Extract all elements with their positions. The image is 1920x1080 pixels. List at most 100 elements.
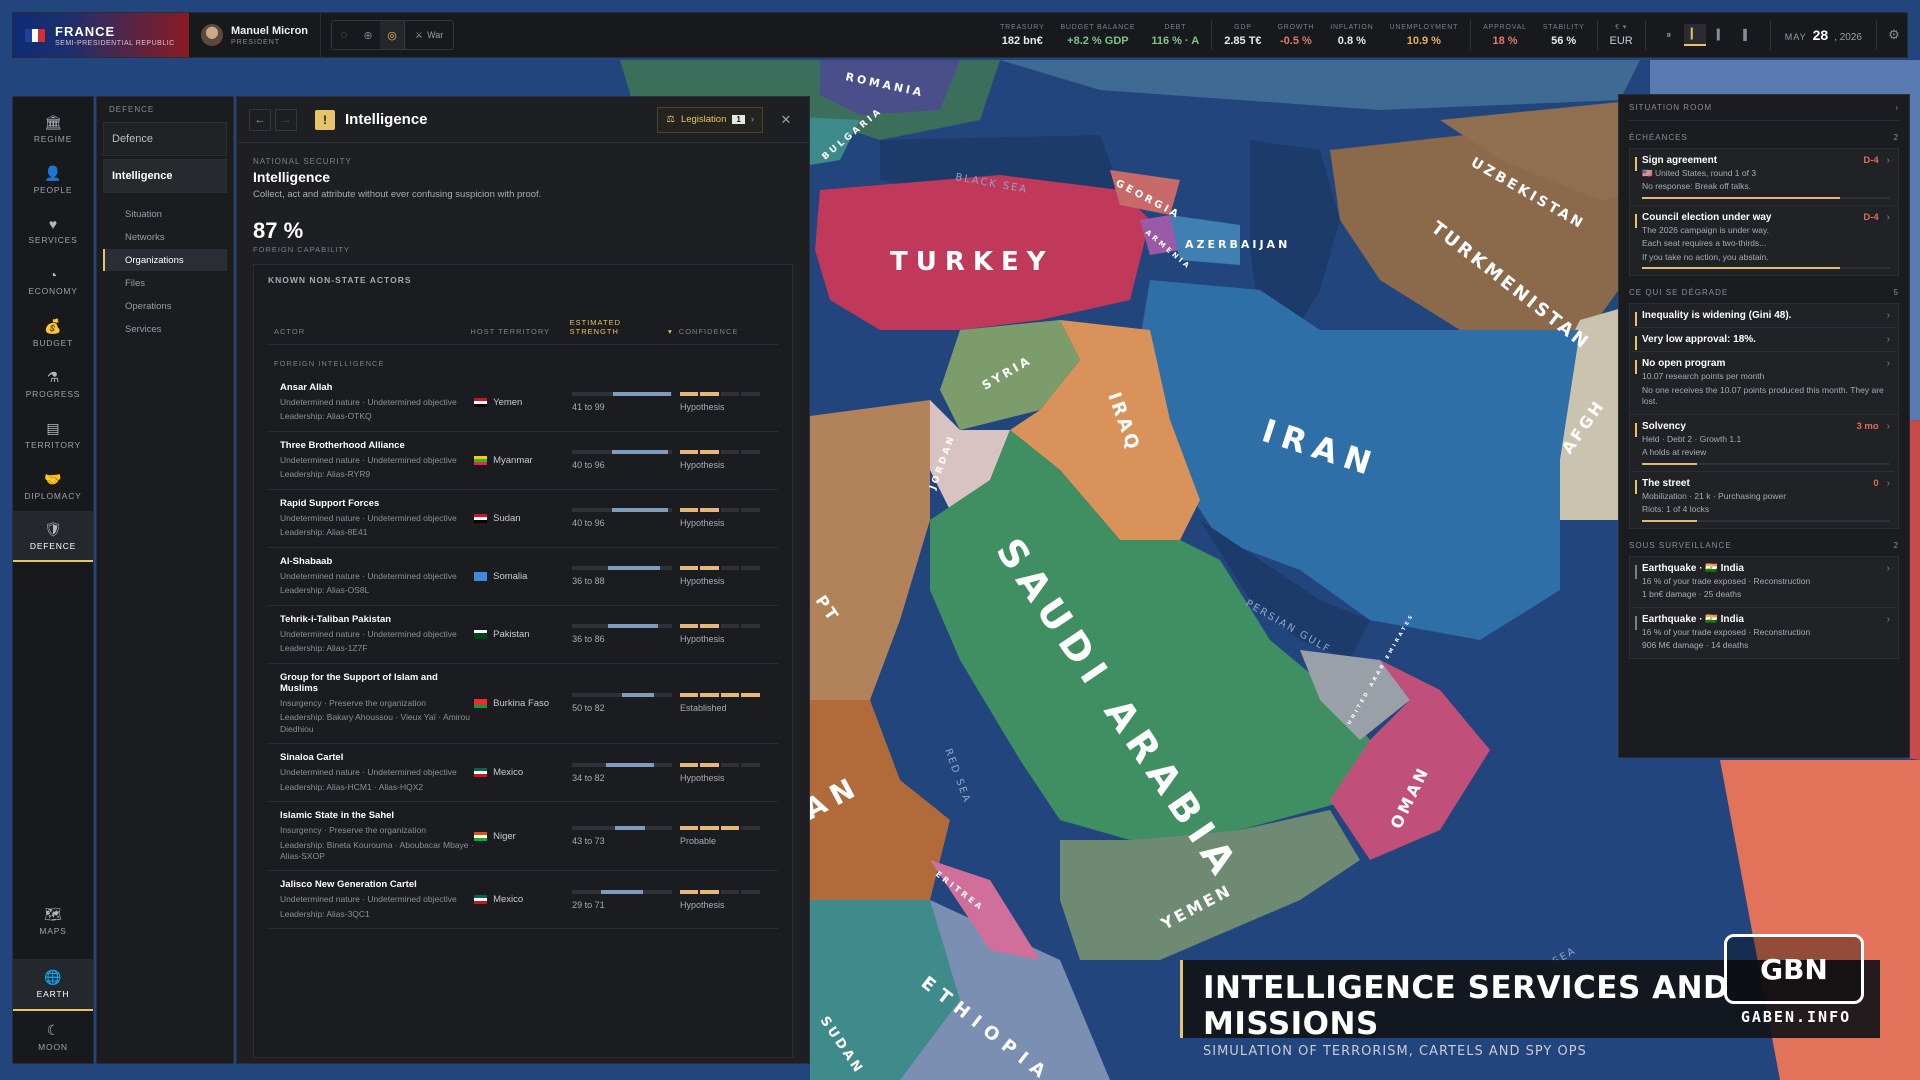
subnav-item-intelligence[interactable]: Intelligence (103, 159, 227, 193)
situation-card[interactable]: Council election under way D-4 › The 2026 c… (1629, 205, 1899, 277)
situation-card[interactable]: Very low approval: 18%. › (1629, 328, 1899, 353)
column-header-confidence[interactable]: CONFIDENCE (679, 327, 778, 336)
host-flag-icon (474, 768, 488, 778)
situation-card[interactable]: The street 0 › Mobilization · 21 k · Purcha… (1629, 471, 1899, 529)
actor-name: Tehrik-i-Taliban Pakistan (280, 613, 392, 625)
actor-cell: Al-Shabaab Undetermined nature · Undeterm… (274, 556, 474, 597)
confidence-segment (720, 762, 740, 767)
situation-card-title: Earthquake · 🇮🇳 India (1642, 562, 1744, 574)
war-button[interactable]: ⚔ War (404, 21, 453, 49)
stat-inflation[interactable]: INFLATION 0.8 % (1322, 24, 1381, 47)
table-row[interactable]: Sinaloa Cartel Undetermined nature · Unde… (268, 744, 778, 803)
stat-treasury[interactable]: TREASURY 182 bn€ (992, 24, 1052, 47)
subnav-item-defence[interactable]: Defence (103, 122, 227, 156)
nav-item-people[interactable]: 👤 PEOPLE (13, 154, 93, 205)
confidence-segment (679, 566, 699, 571)
confidence-segment (700, 693, 719, 698)
subnav-item-networks[interactable]: Networks (103, 226, 227, 248)
close-icon[interactable]: ✕ (775, 112, 797, 128)
stat-value: -0.5 % (1279, 34, 1312, 47)
back-arrow-icon[interactable]: ← (249, 108, 271, 131)
progress-icon: ⚗ (46, 368, 60, 385)
stat-unemployment[interactable]: UNEMPLOYMENT 10.9 % (1381, 24, 1466, 47)
peace-mode-icon[interactable]: ◌ (332, 21, 356, 49)
table-row[interactable]: Jalisco New Generation Cartel Undetermine… (268, 871, 778, 930)
nav-item-label: EARTH (36, 989, 70, 999)
nav-item-territory[interactable]: ▤ TERRITORY (13, 409, 93, 460)
section-nav-heading: DEFENCE (109, 105, 155, 114)
forward-arrow-icon[interactable]: → (275, 108, 297, 131)
stat-stability[interactable]: STABILITY 56 % (1535, 24, 1593, 47)
nav-item-moon[interactable]: ☾ MOON (13, 1011, 93, 1063)
situation-room-header[interactable]: SITUATION ROOM › (1629, 95, 1899, 121)
country-block[interactable]: FRANCE SEMI-PRESIDENTIAL REPUBLIC (13, 13, 189, 57)
globe-mode-icon[interactable]: ⊕ (356, 21, 380, 49)
actor-leadership: Leadership: Alias-HCM1 · Alias-HQX2 (280, 781, 424, 792)
stat-growth[interactable]: GROWTH -0.5 % (1270, 24, 1323, 47)
situation-card-title-row: Sign agreement D-4 › (1642, 155, 1890, 166)
stat-gdp[interactable]: GDP 2.85 T€ (1216, 24, 1269, 47)
confidence-segment (741, 392, 760, 397)
host-territory: Sudan (474, 513, 572, 524)
nav-item-budget[interactable]: 💰 BUDGET (13, 307, 93, 358)
speed-2-icon[interactable]: ▍ (1710, 24, 1732, 46)
situation-card-line: Each seat requires a two-thirds... (1642, 238, 1767, 249)
host-cell: Pakistan (474, 629, 572, 640)
confidence-label: Established (679, 703, 727, 714)
stat-approval[interactable]: APPROVAL 18 % (1475, 24, 1535, 47)
situation-card[interactable]: No open program › 10.07 research points pe… (1629, 352, 1899, 415)
speed-3-icon[interactable]: ▌ (1736, 24, 1758, 46)
table-row[interactable]: Ansar Allah Undetermined nature · Undeter… (268, 374, 778, 432)
nav-item-progress[interactable]: ⚗ PROGRESS (13, 358, 93, 409)
confidence-segment (700, 392, 719, 397)
subnav-item-situation[interactable]: Situation (103, 203, 227, 225)
table-row[interactable]: Three Brotherhood Alliance Undetermined n… (268, 432, 778, 490)
stat-debt[interactable]: DEBT 116 % · A (1143, 24, 1207, 47)
nav-item-economy[interactable]: ◔ ECONOMY (13, 256, 93, 307)
regime-type: SEMI-PRESIDENTIAL REPUBLIC (55, 39, 175, 47)
nav-item-defence[interactable]: 🛡 DEFENCE (13, 511, 93, 562)
currency-selector[interactable]: € ▾ EUR (1602, 23, 1641, 47)
leader-block[interactable]: Manuel Micron PRESIDENT (189, 13, 322, 57)
nav-item-label: PROGRESS (25, 388, 81, 399)
table-row[interactable]: Al-Shabaab Undetermined nature · Undeterm… (268, 548, 778, 606)
confidence-bar (679, 762, 760, 767)
subnav-item-operations[interactable]: Operations (103, 295, 227, 317)
strength-bar (572, 693, 673, 698)
subnav-item-services[interactable]: Services (103, 318, 227, 340)
table-row[interactable]: Islamic State in the Sahel Insurgency · P… (268, 802, 778, 872)
alert-mode-icon[interactable]: ◎ (380, 21, 405, 49)
situation-card[interactable]: Earthquake · 🇮🇳 India › 16 % of your trade… (1629, 555, 1899, 608)
gear-icon[interactable]: ⚙ (1881, 27, 1907, 43)
divider (1470, 20, 1472, 50)
situation-card[interactable]: Sign agreement D-4 › 🇺🇸 United States, roun… (1629, 148, 1899, 206)
flag-stripe (474, 837, 488, 841)
table-row[interactable]: Rapid Support Forces Undetermined nature … (268, 490, 778, 548)
nav-item-services[interactable]: ♥ SERVICES (13, 205, 93, 256)
speed-1-icon[interactable]: ▎ (1683, 24, 1706, 46)
host-name: Pakistan (493, 628, 530, 640)
subnav-item-organizations[interactable]: Organizations (103, 249, 227, 271)
strength-range: 43 to 73 (572, 836, 605, 847)
table-row[interactable]: Tehrik-i-Taliban Pakistan Undetermined na… (268, 606, 778, 664)
nav-item-regime[interactable]: 🏛 REGIME (13, 103, 93, 154)
stat-budget-balance[interactable]: BUDGET BALANCE +8.2 % GDP (1052, 24, 1143, 47)
situation-card[interactable]: Earthquake · 🇮🇳 India › 16 % of your trade… (1629, 607, 1899, 659)
subnav-item-files[interactable]: Files (103, 272, 227, 294)
column-header-host[interactable]: HOST TERRITORY (470, 327, 569, 336)
situation-card-line: No one receives the 10.07 points produce… (1642, 384, 1884, 407)
situation-card-value: D-4 (1863, 155, 1879, 166)
table-row[interactable]: Group for the Support of Islam and Musli… (268, 664, 778, 745)
pause-icon[interactable]: ⏸ (1658, 24, 1680, 46)
severity-marker (1635, 360, 1637, 375)
column-header-actor[interactable]: ACTOR (268, 327, 470, 336)
nav-item-earth[interactable]: 🌐 EARTH (13, 959, 93, 1011)
nav-item-diplomacy[interactable]: 🤝 DIPLOMACY (13, 460, 93, 511)
situation-card[interactable]: Inequality is widening (Gini 48). › (1629, 303, 1899, 329)
situation-card-line: A holds at review (1642, 447, 1707, 458)
legislation-button[interactable]: ⚖ Legislation 1 › (657, 106, 763, 133)
column-header-strength[interactable]: ESTIMATED STRENGTH ▾ (570, 318, 679, 336)
swords-icon: ⚔ (415, 29, 424, 40)
situation-card[interactable]: Solvency 3 mo › Held · Debt 2 · Growth 1.1 A… (1629, 414, 1899, 472)
nav-item-maps[interactable]: 🗺 MAPS (13, 895, 93, 947)
